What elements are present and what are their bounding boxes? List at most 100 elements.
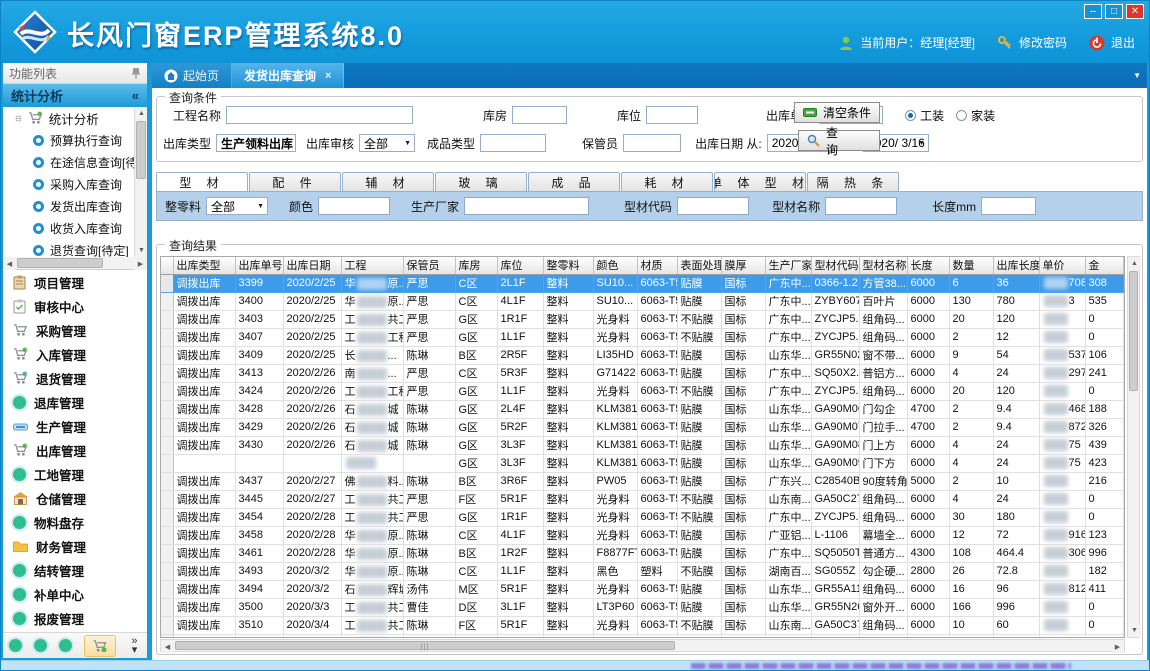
table-row[interactable]: 调拨出库34032020/2/25工共工程严思G区1R1F整料光身料6063-T…	[161, 310, 1124, 328]
table-row[interactable]: 调拨出库35102020/3/4工共工程陈琳F区5R1F整料光身料6063-T5…	[161, 616, 1124, 634]
tree-item[interactable]: 采购入库查询	[3, 173, 147, 195]
sidebar-item[interactable]: 工地管理	[3, 462, 147, 486]
table-row[interactable]: 调拨出库34582020/2/28华原...陈琳C区4L1F整料光身料6063-…	[161, 526, 1124, 544]
radio-gongzhuang[interactable]: 工装	[905, 107, 944, 124]
column-header[interactable]: 型材名称	[859, 257, 907, 274]
outbound-type-select[interactable]: 生产领料出库	[216, 134, 296, 152]
table-row[interactable]: 调拨出库34282020/2/26石城陈琳G区2L4F整料KLM38176063…	[161, 400, 1124, 418]
tab-list-caret-icon[interactable]: ▼	[1133, 71, 1141, 80]
material-tab[interactable]: 单 体 型 材	[714, 172, 806, 191]
manufacturer-input[interactable]	[464, 197, 589, 215]
sidebar-group-header[interactable]: 统计分析 «	[3, 84, 147, 107]
column-header[interactable]: 生产厂家	[765, 257, 811, 274]
material-tab[interactable]: 成 品	[528, 172, 620, 191]
table-row[interactable]: 调拨出库35122020/3/4工共工程陈琳F区1L2F整料光身料6063-T5…	[161, 634, 1124, 638]
table-row[interactable]: 调拨出库34932020/3/2华原...陈琳C区1L1F整料黑色塑料不贴膜国标…	[161, 562, 1124, 580]
collapsed-module-icon[interactable]	[34, 639, 47, 652]
table-row[interactable]: 调拨出库34452020/2/27工共工程严思F区5R1F整料光身料6063-T…	[161, 490, 1124, 508]
material-tab[interactable]: 配 件	[249, 172, 341, 191]
product-type-input[interactable]	[480, 134, 546, 152]
results-horizontal-scrollbar[interactable]: ◀ ||| ▶	[160, 639, 1125, 652]
location-input[interactable]	[646, 106, 698, 124]
profile-code-input[interactable]	[677, 197, 749, 215]
column-header[interactable]: 数量	[949, 257, 993, 274]
material-tab[interactable]: 隔 热 条	[807, 172, 899, 191]
change-password-link[interactable]: 修改密码	[1019, 34, 1067, 51]
tab-home[interactable]: 起始页	[152, 63, 232, 88]
table-row[interactable]: 调拨出库34612020/2/28华原...陈琳B区1R2F整料F8877FT6…	[161, 544, 1124, 562]
table-row[interactable]: 调拨出库34242020/2/26工工程严思G区1L1F整料光身料6063-T5…	[161, 382, 1124, 400]
table-row[interactable]: 调拨出库34072020/2/25工工程严思G区1L1F整料光身料6063-T5…	[161, 328, 1124, 346]
sidebar-item[interactable]: 仓储管理	[3, 486, 147, 510]
collapsed-module-icon[interactable]	[9, 639, 22, 652]
collapsed-module-icon[interactable]	[59, 639, 72, 652]
close-button[interactable]: ✕	[1126, 4, 1144, 19]
table-row[interactable]: 调拨出库34002020/2/25华原...严思C区4L1F整料SU10...6…	[161, 292, 1124, 310]
sidebar-item[interactable]: 物料盘存	[3, 510, 147, 534]
table-row[interactable]: 调拨出库34302020/2/26石城陈琳G区3L3F整料KLM38176063…	[161, 436, 1124, 454]
profile-name-input[interactable]	[825, 197, 897, 215]
radio-jiazhuang[interactable]: 家装	[956, 107, 995, 124]
table-row[interactable]: 调拨出库34942020/3/2石辉城汤伟M区5R1F整料光身料6063-T5贴…	[161, 580, 1124, 598]
column-header[interactable]: 出库类型	[173, 257, 235, 274]
keeper-input[interactable]	[623, 134, 681, 152]
sidebar-item[interactable]: 项目管理	[3, 270, 147, 294]
table-row[interactable]: 调拨出库35002020/3/3工共工程曹佳D区3L1F整料LT3P606063…	[161, 598, 1124, 616]
material-tab[interactable]: 耗 材	[621, 172, 713, 191]
sidebar-item[interactable]: 补单中心	[3, 582, 147, 606]
column-header[interactable]: 库房	[455, 257, 497, 274]
column-header[interactable]: 型材代码	[811, 257, 859, 274]
sidebar-item[interactable]: 财务管理	[3, 534, 147, 558]
column-header[interactable]: 保管员	[403, 257, 455, 274]
column-header[interactable]: 出库日期	[283, 257, 341, 274]
tab-shipment-outbound-query[interactable]: 发货出库查询 ×	[232, 63, 344, 88]
column-header[interactable]: 整零料	[543, 257, 593, 274]
table-row[interactable]: 调拨出库34372020/2/27佛料...陈琳B区3R6F整料PW056063…	[161, 472, 1124, 490]
tree-horizontal-scrollbar[interactable]: ◀ ▶	[3, 257, 147, 270]
tree-item[interactable]: 退货查询[待定]	[3, 239, 147, 257]
column-header[interactable]: 单价	[1039, 257, 1085, 274]
table-row[interactable]: 调拨出库34542020/2/28工共工程严思G区1R1F整料光身料6063-T…	[161, 508, 1124, 526]
sidebar-item[interactable]: 报废管理	[3, 606, 147, 630]
column-header[interactable]: 出库长度	[993, 257, 1039, 274]
column-header[interactable]: 出库单号	[235, 257, 283, 274]
material-tab[interactable]: 型 材	[156, 172, 248, 191]
overflow-chevron[interactable]: » ▾	[128, 637, 141, 655]
sidebar-item[interactable]: 出库管理	[3, 438, 147, 462]
sidebar-item[interactable]: 结转管理	[3, 558, 147, 582]
color-input[interactable]	[318, 197, 390, 215]
sidebar-item[interactable]: 采购管理	[3, 318, 147, 342]
clear-conditions-button[interactable]: 清空条件	[794, 102, 880, 123]
column-header[interactable]: 表面处理	[677, 257, 721, 274]
sidebar-item[interactable]: 入库管理	[3, 342, 147, 366]
whole-piece-select[interactable]: 全部	[206, 197, 268, 215]
tree-vertical-scrollbar[interactable]: ▲ ▼	[134, 107, 147, 257]
table-row[interactable]: 调拨出库34132020/2/26南...严思C区5R3F整料G71422606…	[161, 364, 1124, 382]
tree-item[interactable]: 在途信息查询[待	[3, 151, 147, 173]
search-button[interactable]: 查 询	[798, 130, 880, 151]
table-row[interactable]: 调拨出库34292020/2/26石城陈琳G区5R2F整料KLM38176063…	[161, 418, 1124, 436]
outbound-audit-select[interactable]: 全部	[359, 134, 415, 152]
maximize-button[interactable]: □	[1105, 4, 1123, 19]
tree-root-statistics[interactable]: ⊟统计分析	[3, 107, 147, 129]
column-header[interactable]: 材质	[637, 257, 677, 274]
sidebar-item[interactable]: 生产管理	[3, 414, 147, 438]
tab-close-icon[interactable]: ×	[325, 70, 331, 82]
column-header[interactable]: 长度	[907, 257, 949, 274]
tree-item[interactable]: 发货出库查询	[3, 195, 147, 217]
project-name-input[interactable]	[226, 106, 413, 124]
length-input[interactable]	[981, 197, 1036, 215]
logout-link[interactable]: 退出	[1111, 34, 1135, 51]
warehouse-input[interactable]	[512, 106, 567, 124]
active-module-button[interactable]	[84, 635, 116, 657]
minimize-button[interactable]: –	[1084, 4, 1102, 19]
pin-icon[interactable]	[131, 67, 141, 79]
sidebar-item[interactable]: 退库管理	[3, 390, 147, 414]
table-row[interactable]: G区3L3F整料KLM38176063-T5贴膜国标山东华...GA90M09.…	[161, 454, 1124, 472]
results-vertical-scrollbar[interactable]: ▲ ▼	[1127, 256, 1140, 638]
tree-item[interactable]: 预算执行查询	[3, 129, 147, 151]
sidebar-item[interactable]: 审核中心	[3, 294, 147, 318]
column-header[interactable]: 颜色	[593, 257, 637, 274]
table-row[interactable]: 调拨出库33992020/2/25华原...严思C区2L1F整料SU10...6…	[161, 274, 1124, 292]
tree-item[interactable]: 收货入库查询	[3, 217, 147, 239]
